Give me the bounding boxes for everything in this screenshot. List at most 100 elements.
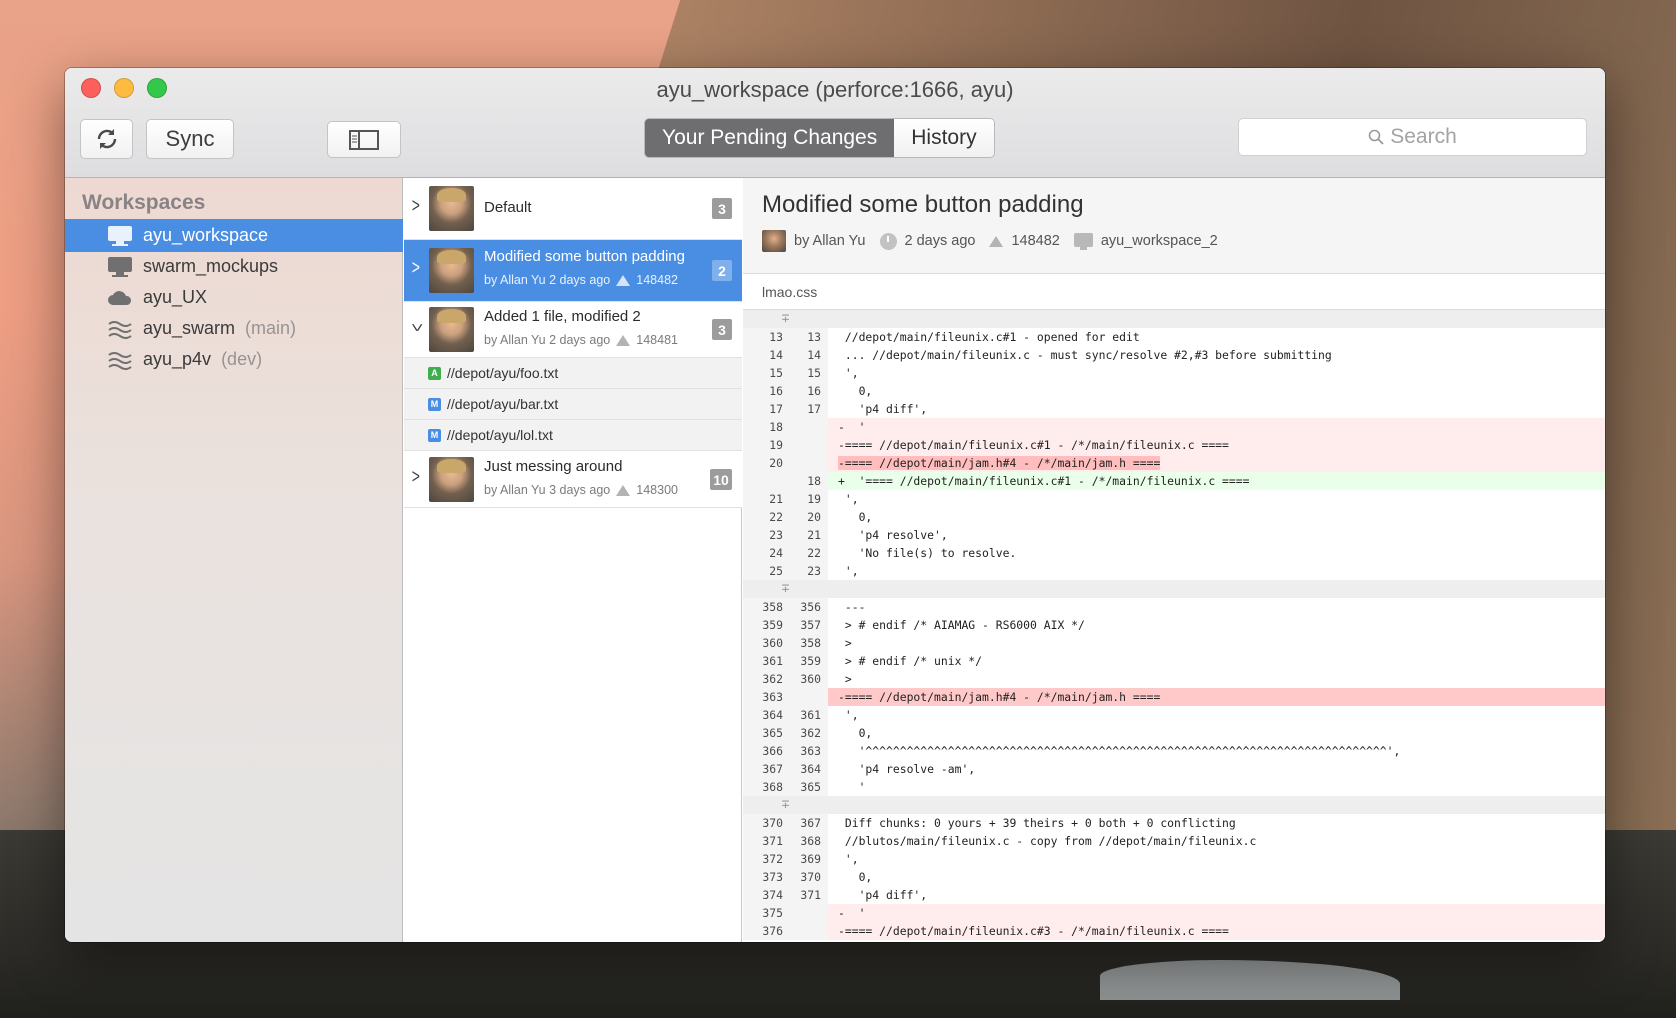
chevron-right-icon[interactable]: > — [412, 466, 420, 489]
file-row-foo[interactable]: A //depot/ayu/foo.txt — [404, 358, 742, 389]
new-line-number: 365 — [783, 778, 823, 796]
diff-line-removed: 375 - ' — [743, 904, 1605, 922]
diff-code: 0, — [838, 384, 873, 398]
old-line-number: 18 — [743, 418, 783, 436]
diff-line-removed: 363 -==== //depot/main/jam.h#4 - /*/main/… — [743, 688, 1605, 706]
chevron-down-icon[interactable]: > — [404, 323, 427, 331]
sync-button[interactable]: Sync — [146, 119, 234, 159]
diff-code: ' — [838, 780, 866, 794]
old-line-number: 360 — [743, 634, 783, 652]
changelist-title: Added 1 file, modified 2 — [484, 308, 641, 325]
file-count-badge: 3 — [712, 319, 732, 340]
sidebar-item-ayu-p4v[interactable]: ayu_p4v (dev) — [65, 343, 403, 376]
old-line-number: 371 — [743, 832, 783, 850]
diff-line: 24 22 'No file(s) to resolve. — [743, 544, 1605, 562]
changelist-row-default[interactable]: > Default 3 — [404, 178, 742, 240]
sidebar-item-ayu-swarm[interactable]: ayu_swarm (main) — [65, 312, 403, 345]
changelist-author-time: by Allan Yu 2 days ago — [484, 273, 611, 287]
old-line-number: 19 — [743, 436, 783, 454]
chevron-right-icon[interactable]: > — [412, 257, 420, 280]
diff-line: 15 15 ', — [743, 364, 1605, 382]
new-line-number: 17 — [783, 400, 823, 418]
diff-hunk-separator: ∓ — [743, 310, 1605, 328]
new-line-number: 360 — [783, 670, 823, 688]
new-line-number — [783, 688, 823, 706]
monitor-icon — [107, 225, 133, 247]
sidebar-item-ayu-workspace[interactable]: ayu_workspace — [65, 219, 403, 252]
new-line-number: 21 — [783, 526, 823, 544]
diff-code: > — [838, 672, 852, 686]
changelist-row-148481[interactable]: > Added 1 file, modified 2 by Allan Yu 2… — [404, 302, 742, 358]
old-line-number: 17 — [743, 400, 783, 418]
diff-line: 371 368 //blutos/main/fileunix.c - copy f… — [743, 832, 1605, 850]
sidebar-toggle-button[interactable] — [327, 121, 401, 158]
diff-line: 368 365 ' — [743, 778, 1605, 796]
expand-context-icon[interactable]: ∓ — [743, 310, 828, 328]
diff-code: 'p4 resolve -am', — [838, 762, 976, 776]
refresh-button[interactable] — [80, 119, 133, 159]
avatar — [429, 248, 474, 293]
sidebar-item-label: swarm_mockups — [143, 256, 279, 276]
changelist-row-148482[interactable]: > Modified some button padding by Allan … — [404, 240, 742, 302]
old-line-number: 372 — [743, 850, 783, 868]
changelist-author-time: by Allan Yu 3 days ago — [484, 483, 611, 497]
detail-header: Modified some button padding by Allan Yu… — [743, 178, 1605, 274]
new-line-number: 13 — [783, 328, 823, 346]
diff-code: Diff chunks: 0 yours + 39 theirs + 0 bot… — [838, 816, 1236, 830]
diff-code: > # endif /* AIAMAG - RS6000 AIX */ — [838, 618, 1085, 632]
old-line-number: 14 — [743, 346, 783, 364]
changelist-title: Default — [484, 199, 532, 216]
stream-icon — [107, 318, 133, 340]
chevron-right-icon[interactable]: > — [412, 195, 420, 218]
diff-code: ', — [838, 366, 859, 380]
changelist-row-148300[interactable]: > Just messing around by Allan Yu 3 days… — [404, 451, 742, 508]
new-line-number: 356 — [783, 598, 823, 616]
new-line-number: 362 — [783, 724, 823, 742]
new-line-number: 367 — [783, 814, 823, 832]
diff-view[interactable]: ∓ 13 13 //depot/main/fileunix.c#1 - opened… — [743, 310, 1605, 942]
diff-line: 365 362 0, — [743, 724, 1605, 742]
diff-code: //depot/main/fileunix.c#1 - opened for e… — [838, 330, 1140, 344]
search-field[interactable]: Search — [1238, 118, 1587, 156]
diff-code: ', — [838, 564, 859, 578]
changelist-title: Just messing around — [484, 458, 623, 475]
monitor-icon — [107, 256, 133, 278]
view-switcher: Your Pending Changes History — [644, 118, 995, 158]
diff-line: 360 358 > — [743, 634, 1605, 652]
old-line-number: 13 — [743, 328, 783, 346]
diff-line: 366 363 '^^^^^^^^^^^^^^^^^^^^^^^^^^^^^^^^… — [743, 742, 1605, 760]
workspace-icon — [1073, 232, 1093, 250]
old-line-number: 365 — [743, 724, 783, 742]
refresh-icon — [97, 129, 116, 149]
sidebar-item-swarm-mockups[interactable]: swarm_mockups — [65, 250, 403, 283]
old-line-number — [743, 472, 783, 490]
change-detail: Modified some button padding by Allan Yu… — [743, 178, 1605, 942]
modified-file-icon: M — [428, 428, 441, 442]
expand-context-icon[interactable]: ∓ — [743, 796, 828, 814]
diff-code: -==== //depot/main/jam.h#4 - /*/main/jam… — [828, 454, 1605, 472]
diff-line-removed: 376 -==== //depot/main/fileunix.c#3 - /*/… — [743, 922, 1605, 940]
sidebar-item-ayu-ux[interactable]: ayu_UX — [65, 281, 403, 314]
expand-context-icon[interactable]: ∓ — [743, 580, 828, 598]
change-number-icon — [616, 334, 631, 346]
new-line-number: 23 — [783, 562, 823, 580]
changelist-panel: > Default 3 > Modified some button paddi… — [404, 178, 742, 942]
detail-time: 2 days ago — [904, 233, 976, 249]
modified-file-icon: M — [428, 397, 441, 411]
file-row-bar[interactable]: M //depot/ayu/bar.txt — [404, 389, 742, 420]
new-line-number: 368 — [783, 832, 823, 850]
sidebar-item-stream: (dev) — [221, 349, 263, 369]
diff-code: ', — [838, 492, 859, 506]
new-line-number: 363 — [783, 742, 823, 760]
diff-code: -==== //depot/main/jam.h#4 - /*/main/jam… — [828, 688, 1605, 706]
old-line-number: 366 — [743, 742, 783, 760]
tab-history[interactable]: History — [894, 119, 994, 157]
diff-code: -==== //depot/main/fileunix.c#3 - /*/mai… — [828, 922, 1605, 940]
changelist-meta: by Allan Yu 3 days ago 148300 — [484, 483, 678, 497]
diff-line: 374 371 'p4 diff', — [743, 886, 1605, 904]
tab-pending-changes[interactable]: Your Pending Changes — [645, 119, 895, 157]
file-row-lol[interactable]: M //depot/ayu/lol.txt — [404, 420, 742, 451]
avatar — [429, 307, 474, 352]
file-count-badge: 3 — [712, 198, 732, 219]
sidebar-item-label: ayu_workspace — [143, 225, 269, 245]
